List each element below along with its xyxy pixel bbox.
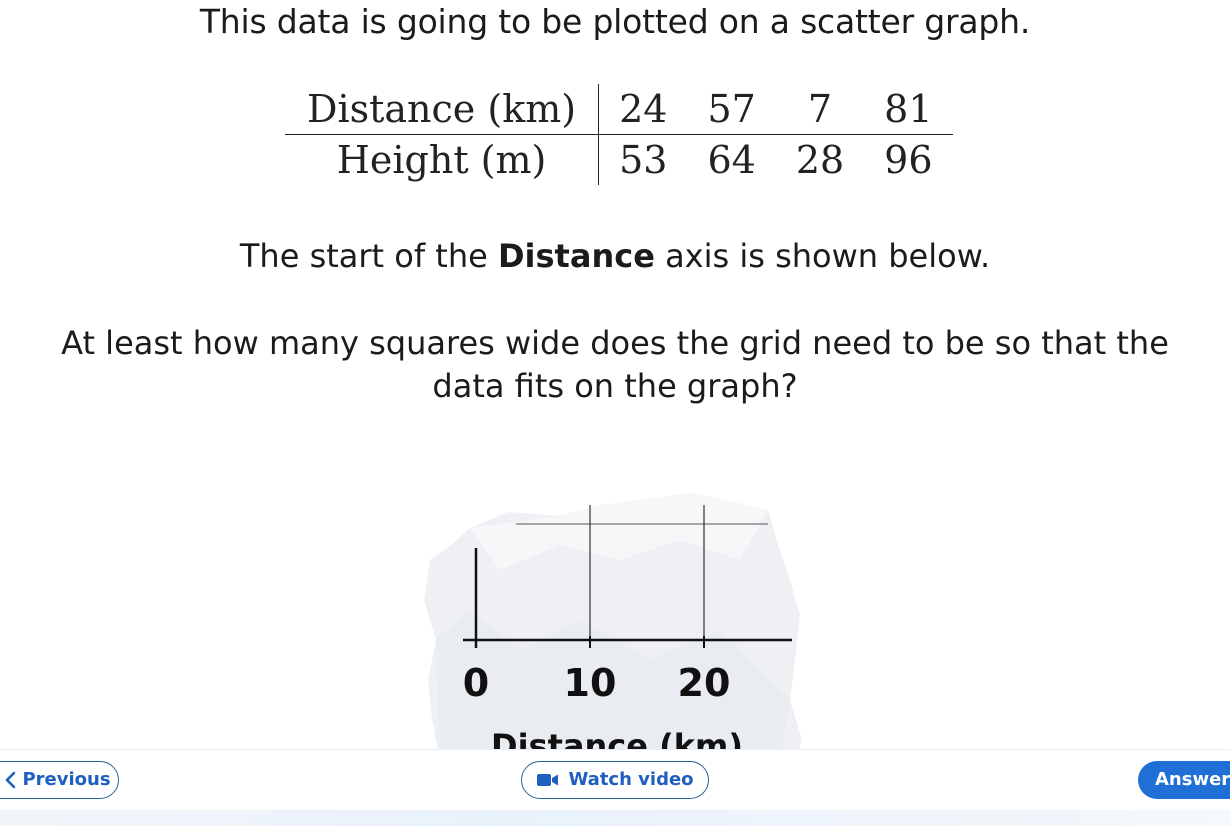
height-value: 53 (619, 138, 668, 182)
distance-value: 7 (775, 84, 865, 135)
question-text: At least how many squares wide does the … (0, 322, 1230, 408)
footer-strip (0, 810, 1230, 826)
answer-label: Answer (1155, 769, 1230, 790)
answer-button[interactable]: Answer (1138, 761, 1230, 799)
distance-row: Distance (km) 24 57 7 81 (285, 84, 953, 135)
statement-bold-word: Distance (497, 237, 655, 275)
paper-shade (470, 493, 768, 570)
height-label: Height (m) (285, 134, 600, 185)
intro-text: This data is going to be plotted on a sc… (199, 2, 1031, 41)
paper-background (424, 493, 802, 760)
height-value: 28 (795, 138, 845, 182)
height-row: Height (m) 53 64 28 96 (285, 134, 953, 185)
footer-bar: Previous Watch video Answer (0, 749, 1230, 826)
data-table: Distance (km) 24 57 7 81 Height (m) 53 6… (285, 84, 953, 185)
statement-before: The start of the (239, 237, 498, 275)
distance-value: 81 (864, 84, 953, 135)
axis-statement: The start of the Distance axis is shown … (0, 236, 1230, 276)
previous-button[interactable]: Previous (0, 761, 119, 799)
statement-after: axis is shown below. (654, 237, 991, 275)
tick-label-10: 10 (564, 661, 617, 705)
tick-label-20: 20 (678, 661, 731, 705)
tick-label-0: 0 (463, 661, 489, 705)
distance-label: Distance (km) (285, 84, 600, 135)
distance-value: 57 (687, 84, 776, 135)
watch-video-button[interactable]: Watch video (521, 761, 709, 799)
paper-shade (436, 610, 790, 760)
watch-video-label: Watch video (568, 769, 694, 790)
question-line-2: data fits on the graph? (432, 367, 798, 405)
height-value: 96 (884, 138, 933, 182)
video-camera-icon (536, 772, 560, 788)
previous-label: Previous (22, 769, 111, 790)
distance-value: 24 (598, 84, 688, 135)
height-value: 64 (707, 138, 756, 182)
question-line-1: At least how many squares wide does the … (61, 324, 1169, 362)
chevron-left-icon (4, 771, 18, 789)
